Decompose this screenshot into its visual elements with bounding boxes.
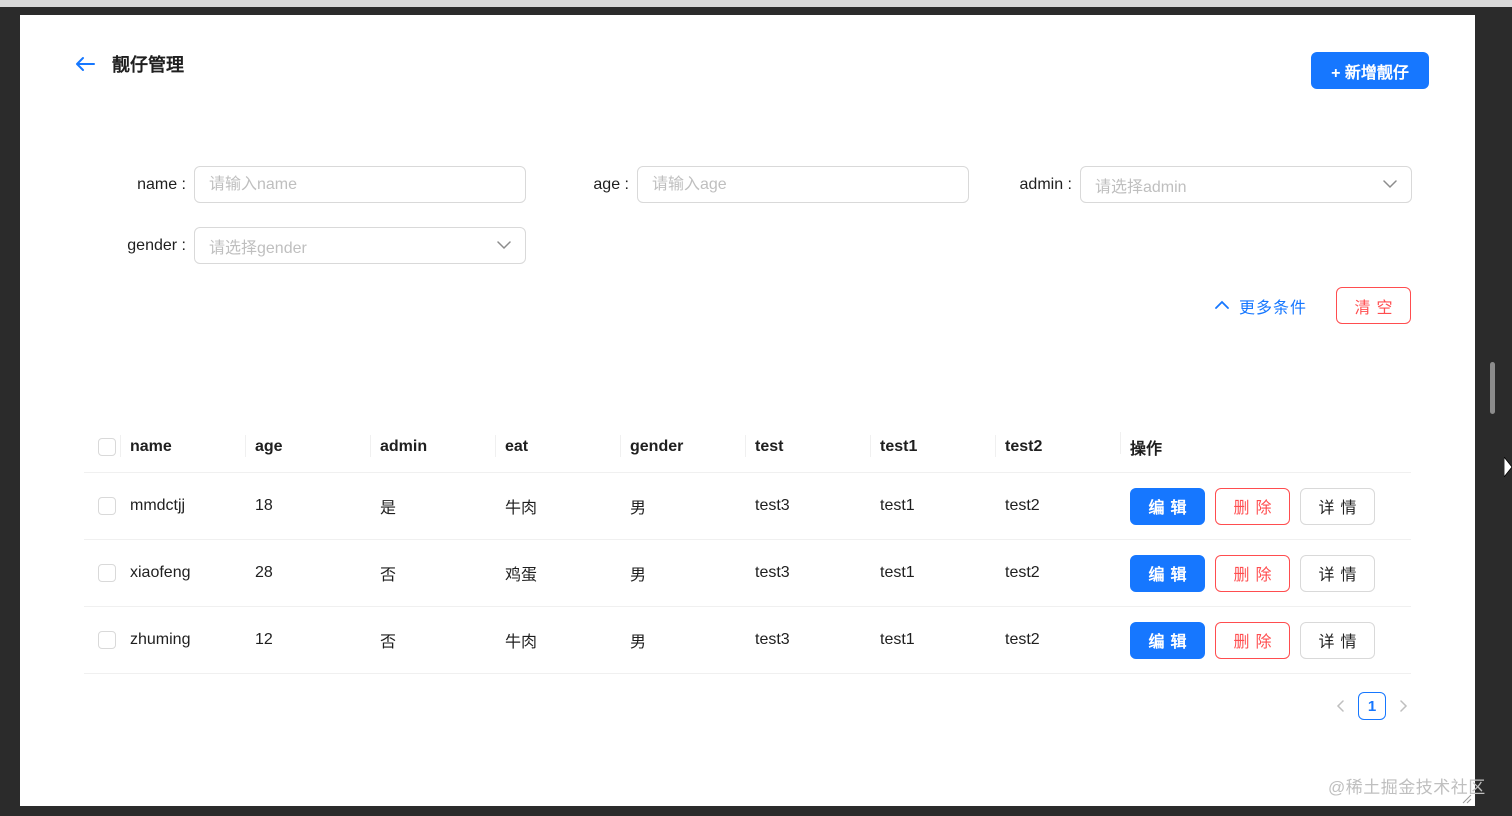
row-checkbox[interactable]	[98, 631, 116, 649]
page-header: 靓仔管理	[74, 51, 184, 77]
column-header-actions: 操作	[1120, 432, 1255, 459]
detail-button[interactable]: 详情	[1300, 554, 1375, 592]
cell-gender: 男	[630, 567, 647, 584]
column-header-test: test	[745, 435, 880, 457]
more-conditions-toggle[interactable]: 更多条件	[1215, 295, 1307, 317]
cell-age: 28	[255, 564, 273, 581]
cell-eat: 牛肉	[505, 500, 538, 517]
row-checkbox[interactable]	[98, 497, 116, 515]
page-title: 靓仔管理	[112, 55, 184, 75]
row-actions: 编辑 删除 详情	[1130, 487, 1375, 525]
gender-filter-label: gender :	[127, 237, 186, 254]
name-filter-label: name :	[137, 176, 186, 193]
pagination: 1	[1330, 692, 1414, 720]
admin-select-placeholder: 请选择admin	[1095, 178, 1187, 196]
chevron-up-icon	[1215, 297, 1229, 315]
clear-button[interactable]: 清空	[1336, 287, 1411, 324]
table-header: name age admin eat gender test test1 tes…	[84, 422, 1411, 473]
cell-test: test3	[755, 497, 790, 514]
name-filter-input[interactable]	[194, 166, 526, 203]
column-header-age: age	[245, 435, 380, 457]
cell-age: 12	[255, 631, 273, 648]
cell-name: xiaofeng	[130, 564, 191, 581]
column-header-test1: test1	[870, 435, 1005, 457]
cell-test1: test1	[880, 497, 915, 514]
cell-test: test3	[755, 564, 790, 581]
column-header-gender: gender	[620, 435, 755, 457]
column-header-test2: test2	[995, 435, 1130, 457]
column-header-admin: admin	[370, 435, 505, 457]
cell-gender: 男	[630, 634, 647, 651]
edit-button[interactable]: 编辑	[1130, 487, 1205, 525]
row-actions: 编辑 删除 详情	[1130, 554, 1375, 592]
delete-button[interactable]: 删除	[1215, 487, 1290, 525]
age-filter-input[interactable]	[637, 166, 969, 203]
more-conditions-label: 更多条件	[1239, 300, 1308, 317]
table-row: xiaofeng 28 否 鸡蛋 男 test3 test1 test2 编辑 …	[84, 540, 1411, 607]
resize-grip-icon[interactable]	[1460, 792, 1472, 804]
data-table: name age admin eat gender test test1 tes…	[84, 422, 1411, 674]
window-top-strip	[0, 0, 1512, 7]
chevron-down-icon	[1383, 176, 1397, 194]
cell-test2: test2	[1005, 497, 1040, 514]
admin-filter-select[interactable]: 请选择admin	[1080, 166, 1412, 203]
cell-admin: 否	[380, 634, 397, 651]
column-header-eat: eat	[495, 435, 630, 457]
row-select-cell	[84, 497, 130, 515]
column-header-name: name	[120, 435, 255, 457]
chevron-left-icon[interactable]	[1330, 692, 1350, 720]
cell-name: zhuming	[130, 631, 191, 648]
detail-button[interactable]: 详情	[1300, 621, 1375, 659]
cell-test1: test1	[880, 631, 915, 648]
edit-button[interactable]: 编辑	[1130, 621, 1205, 659]
select-all-checkbox[interactable]	[98, 438, 116, 456]
admin-filter-label: admin :	[1019, 176, 1072, 193]
gender-select-placeholder: 请选择gender	[209, 239, 307, 257]
cell-eat: 牛肉	[505, 634, 538, 651]
page-number-current[interactable]: 1	[1358, 692, 1386, 720]
row-checkbox[interactable]	[98, 564, 116, 582]
delete-button[interactable]: 删除	[1215, 621, 1290, 659]
cell-eat: 鸡蛋	[505, 567, 538, 584]
table-row: mmdctjj 18 是 牛肉 男 test3 test1 test2 编辑 删…	[84, 473, 1411, 540]
cell-name: mmdctjj	[130, 497, 186, 514]
gender-filter-select[interactable]: 请选择gender	[194, 227, 526, 264]
delete-button[interactable]: 删除	[1215, 554, 1290, 592]
cell-test2: test2	[1005, 631, 1040, 648]
select-all-cell	[84, 438, 130, 456]
row-select-cell	[84, 564, 130, 582]
row-select-cell	[84, 631, 130, 649]
add-item-button[interactable]: + 新增靓仔	[1311, 52, 1429, 89]
row-actions: 编辑 删除 详情	[1130, 621, 1375, 659]
cell-test1: test1	[880, 564, 915, 581]
detail-button[interactable]: 详情	[1300, 487, 1375, 525]
chevron-down-icon	[497, 237, 511, 255]
cell-test2: test2	[1005, 564, 1040, 581]
cell-gender: 男	[630, 500, 647, 517]
mouse-cursor-icon	[1504, 457, 1512, 477]
edit-button[interactable]: 编辑	[1130, 554, 1205, 592]
page-container: 靓仔管理 + 新增靓仔 name : age : admin : 请选择admi…	[20, 15, 1475, 806]
cell-admin: 是	[380, 500, 397, 517]
cell-admin: 否	[380, 567, 397, 584]
cell-test: test3	[755, 631, 790, 648]
chevron-right-icon[interactable]	[1394, 692, 1414, 720]
arrow-left-icon[interactable]	[74, 53, 96, 75]
cell-age: 18	[255, 497, 273, 514]
table-row: zhuming 12 否 牛肉 男 test3 test1 test2 编辑 删…	[84, 607, 1411, 674]
page-scrollbar[interactable]	[1490, 362, 1495, 414]
age-filter-label: age :	[593, 176, 629, 193]
